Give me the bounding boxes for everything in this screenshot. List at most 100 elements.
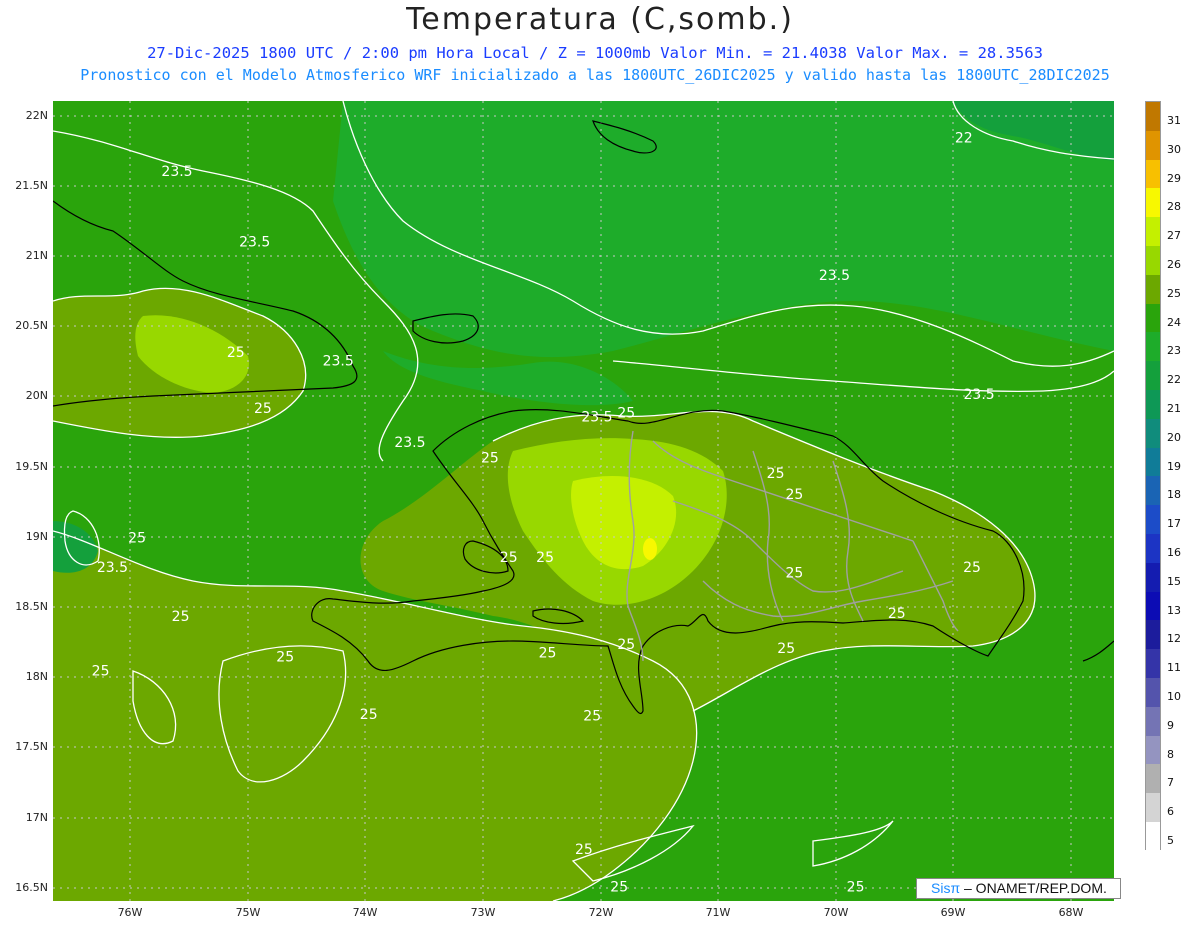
color-bar-label: 11 [1167, 661, 1181, 675]
color-bar-label: 30 [1167, 142, 1181, 156]
color-bar-swatch [1146, 102, 1160, 131]
contour-label: 23.5 [581, 410, 612, 426]
color-bar-swatch [1146, 649, 1160, 678]
contour-label: 25 [777, 641, 795, 657]
color-bar-swatch [1146, 476, 1160, 506]
color-bar-swatch [1146, 591, 1160, 621]
color-bar-label: 20 [1167, 430, 1181, 444]
lat-label: 19.5N [15, 460, 48, 473]
color-bar-label: 6 [1167, 805, 1174, 819]
color-bar-swatch [1146, 735, 1160, 765]
lat-label: 17.5N [15, 740, 48, 753]
color-bar-label: 24 [1167, 315, 1181, 329]
color-bar-label: 7 [1167, 776, 1174, 790]
color-bar-swatch [1146, 418, 1160, 448]
contour-label: 25 [583, 709, 601, 725]
color-bar-label: 5 [1167, 834, 1174, 847]
contour-label: 25 [128, 530, 146, 546]
color-bar-label: 18 [1167, 488, 1181, 502]
contour-label: 25 [847, 880, 865, 896]
color-bar-label: 28 [1167, 200, 1181, 214]
lat-label: 21.5N [15, 179, 48, 192]
lat-label: 18N [25, 670, 48, 683]
color-bar-swatch [1146, 821, 1160, 851]
contour-label: 25 [172, 609, 190, 625]
temperature-map: 23.523.52523.52523.523.5 252525252523.525… [53, 101, 1114, 901]
color-bar-swatch [1146, 677, 1160, 707]
color-bar-swatch [1146, 188, 1160, 218]
contour-label: 22 [955, 130, 973, 146]
color-bar-swatch [1146, 793, 1160, 822]
color-bar-label: 13 [1167, 603, 1181, 617]
contour-label: 25 [92, 664, 110, 680]
model-info-line: Pronostico con el Modelo Atmosferico WRF… [80, 66, 1110, 84]
lat-label: 22N [25, 109, 48, 122]
color-bar-swatch [1146, 505, 1160, 534]
contour-label: 25 [767, 466, 785, 482]
credit-box: Sisπ – ONAMET/REP.DOM. [916, 878, 1121, 899]
lon-label: 76W [117, 906, 143, 919]
contour-label: 23.5 [97, 560, 128, 576]
contour-label: 23.5 [394, 435, 425, 451]
contour-label: 25 [610, 880, 628, 896]
contour-label: 23.5 [819, 268, 850, 284]
lat-label: 21N [25, 249, 48, 262]
contour-label: 25 [227, 345, 245, 361]
contour-label: 25 [785, 565, 803, 581]
contour-label: 25 [888, 606, 906, 622]
color-bar-label: 27 [1167, 229, 1181, 243]
contour-label: 25 [276, 650, 294, 666]
color-bar-swatch [1146, 332, 1160, 362]
color-bar-strip [1145, 101, 1161, 851]
color-bar-label: 31 [1167, 114, 1181, 127]
color-bar-swatch [1146, 562, 1160, 592]
color-bar-swatch [1146, 389, 1160, 419]
contour-label: 25 [536, 550, 554, 566]
color-bar-label: 26 [1167, 258, 1181, 271]
color-bar-swatch [1146, 274, 1160, 304]
contour-label: 25 [963, 560, 981, 576]
color-bar-swatch [1146, 303, 1160, 333]
lat-label: 20.5N [15, 319, 48, 332]
color-bar-swatch [1146, 159, 1160, 189]
color-bar-swatch [1146, 764, 1160, 794]
color-bar-label: 19 [1167, 459, 1181, 473]
contour-label: 25 [575, 842, 593, 858]
color-bar-swatch [1146, 245, 1160, 275]
contour-label: 23.5 [161, 164, 192, 180]
color-bar-label: 23 [1167, 344, 1181, 358]
color-bar-swatch [1146, 361, 1160, 390]
lat-label: 17N [25, 811, 48, 824]
contour-label: 23.5 [323, 354, 354, 370]
map-title: Temperatura (C,somb.) [406, 2, 794, 37]
color-bar-swatch [1146, 217, 1160, 246]
color-bar-label: 8 [1167, 747, 1174, 761]
contour-label: 25 [617, 637, 635, 653]
color-bar-label: 22 [1167, 373, 1181, 387]
color-bar-swatch [1146, 533, 1160, 563]
forecast-time-line: 27-Dic-2025 1800 UTC / 2:00 pm Hora Loca… [147, 44, 1043, 62]
color-bar-label: 12 [1167, 632, 1181, 646]
contour-label: 25 [617, 405, 635, 421]
color-bar-label: 29 [1167, 171, 1181, 185]
contour-label: 25 [539, 645, 557, 661]
lon-label: 74W [352, 906, 378, 919]
lon-label: 72W [588, 906, 614, 919]
lat-label: 19N [25, 530, 48, 543]
contour-label: 25 [500, 550, 518, 566]
color-bar-label: 9 [1167, 718, 1174, 732]
credit-agency: – ONAMET/REP.DOM. [960, 880, 1107, 896]
contour-label: 23.5 [239, 234, 270, 250]
lat-label: 18.5N [15, 600, 48, 613]
color-bar-label: 21 [1167, 402, 1181, 415]
lon-label: 75W [235, 906, 261, 919]
contour-label: 25 [481, 450, 499, 466]
color-bar-swatch [1146, 706, 1160, 736]
lon-label: 71W [705, 906, 731, 919]
sispi-logo-text: Sisπ [931, 880, 961, 896]
color-bar-label: 25 [1167, 286, 1181, 300]
lat-label: 16.5N [15, 881, 48, 894]
lon-label: 73W [470, 906, 496, 919]
color-bar-swatch [1146, 620, 1160, 650]
lon-label: 70W [823, 906, 849, 919]
